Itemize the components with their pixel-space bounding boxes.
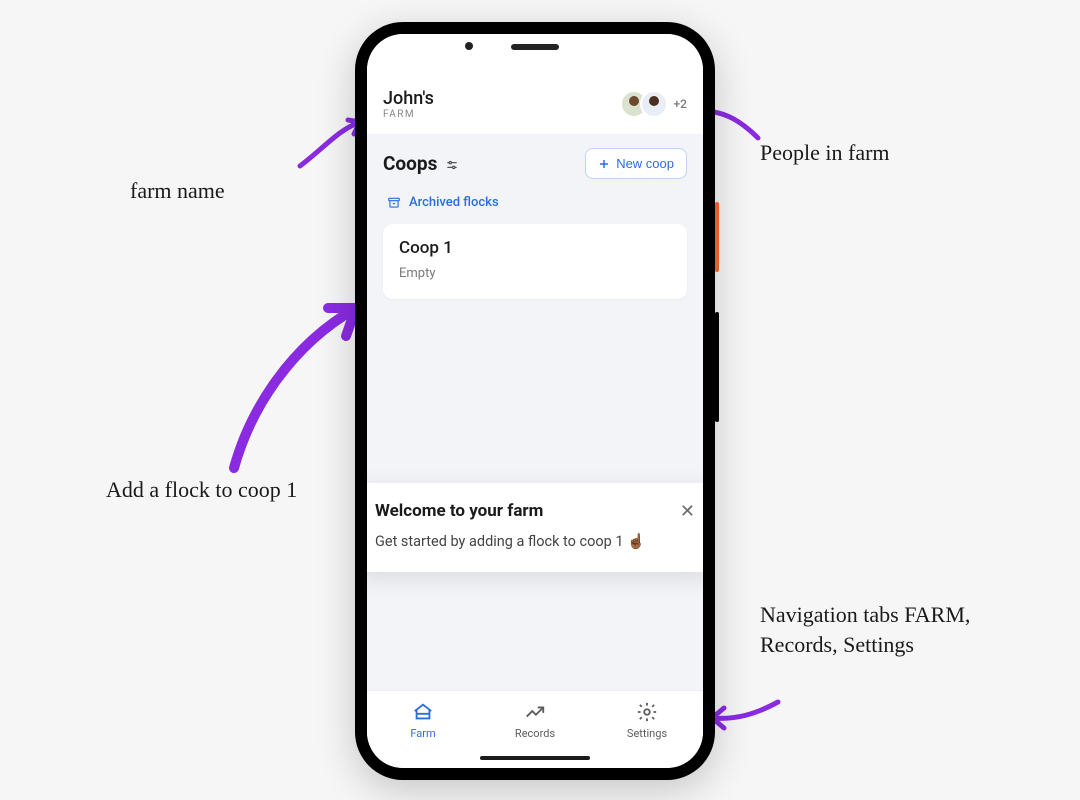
plus-icon — [598, 158, 610, 170]
people-row[interactable]: +2 — [620, 90, 687, 118]
phone-frame: John's FARM +2 Coops — [355, 22, 715, 780]
section-title-label: Coops — [383, 152, 437, 175]
close-icon[interactable]: ✕ — [676, 501, 699, 523]
tab-records[interactable]: Records — [495, 701, 575, 740]
coop-name: Coop 1 — [399, 238, 671, 258]
annotation-tabs: Navigation tabs FARM, Records, Settings — [760, 600, 980, 659]
welcome-body: Get started by adding a flock to coop 1 … — [375, 533, 699, 550]
people-extra-count: +2 — [674, 97, 687, 111]
arrow-to-coop — [210, 290, 370, 480]
new-coop-button[interactable]: New coop — [585, 148, 687, 179]
status-bar — [367, 34, 703, 82]
welcome-title: Welcome to your farm — [375, 501, 543, 521]
annotation-farm-name: farm name — [130, 176, 225, 206]
avatar — [640, 90, 668, 118]
volume-button — [715, 312, 719, 422]
app-header: John's FARM +2 — [367, 82, 703, 134]
speaker-slot — [511, 44, 559, 50]
archived-label: Archived flocks — [409, 195, 499, 210]
section-title: Coops — [383, 152, 459, 175]
content: Coops New coop — [367, 134, 703, 634]
tab-settings-label: Settings — [627, 727, 667, 740]
chart-up-icon — [524, 701, 546, 723]
archive-icon — [387, 196, 401, 210]
welcome-toast: Welcome to your farm ✕ Get started by ad… — [367, 483, 703, 572]
home-icon — [412, 701, 434, 723]
gesture-bar — [480, 756, 590, 760]
new-coop-label: New coop — [616, 156, 674, 171]
farm-sub-label: FARM — [383, 109, 434, 120]
tab-settings[interactable]: Settings — [607, 701, 687, 740]
tab-records-label: Records — [515, 727, 555, 740]
tab-farm[interactable]: Farm — [383, 701, 463, 740]
farm-name-label: John's — [383, 88, 434, 109]
front-camera — [465, 42, 473, 50]
power-button — [715, 202, 719, 272]
coop-card[interactable]: Coop 1 Empty — [383, 224, 687, 299]
screen: John's FARM +2 Coops — [367, 34, 703, 768]
coop-status: Empty — [399, 266, 671, 281]
tab-farm-label: Farm — [410, 727, 435, 740]
gear-icon — [636, 701, 658, 723]
tab-bar: Farm Records Settings — [367, 690, 703, 768]
filter-icon[interactable] — [445, 158, 459, 172]
farm-title[interactable]: John's FARM — [383, 88, 434, 120]
archived-flocks-link[interactable]: Archived flocks — [383, 195, 687, 210]
annotation-people: People in farm — [760, 138, 890, 168]
